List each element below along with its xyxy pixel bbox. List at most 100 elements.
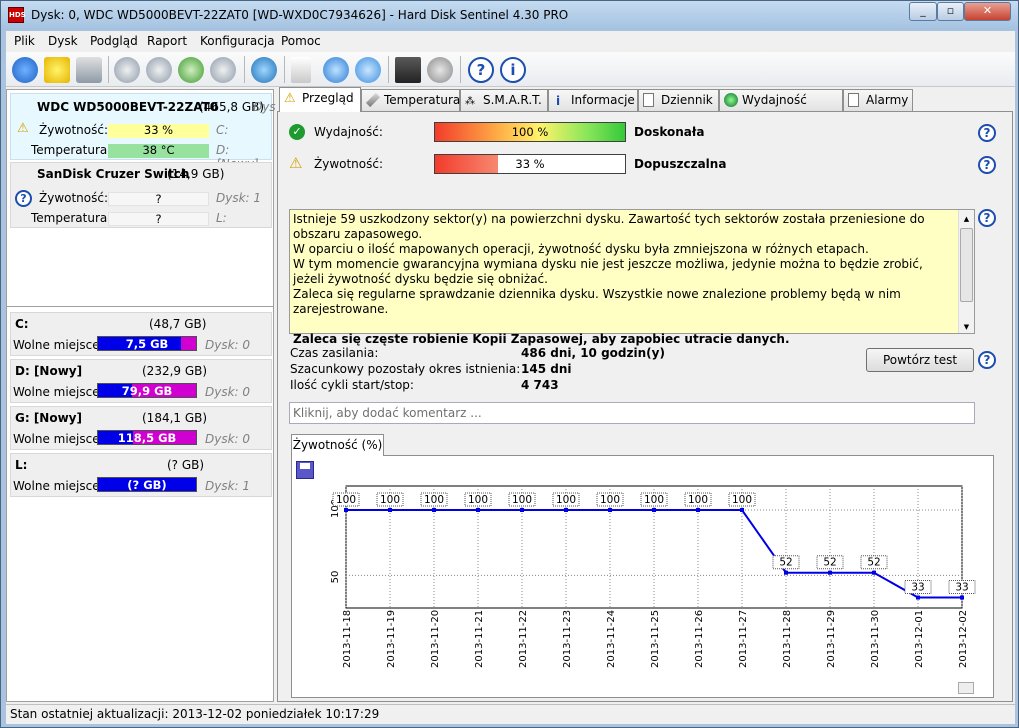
network-icon[interactable]: [146, 57, 172, 83]
free-space-bar: 7,5 GB: [97, 336, 197, 351]
disk-item[interactable]: SanDisk Cruzer Switch (14,9 GB) ? Żywotn…: [10, 162, 272, 228]
data-label: 100: [644, 494, 664, 506]
help-icon[interactable]: ?: [978, 351, 996, 369]
temperature-label: Temperatura:: [31, 211, 112, 225]
menu-dysk[interactable]: Dysk: [48, 34, 78, 48]
resize-grip[interactable]: [958, 682, 974, 694]
x-tick-label: 2013-11-27: [738, 610, 749, 668]
menu-raport[interactable]: Raport: [147, 34, 187, 48]
partition-name: D: [Nowy]: [15, 364, 83, 378]
tab-wydajnosc-dysku[interactable]: Wydajność dysku: [719, 89, 843, 127]
data-label: 100: [336, 494, 356, 506]
minimize-button[interactable]: _: [909, 2, 937, 21]
x-tick-label: 2013-12-01: [914, 610, 925, 668]
partition-name: C:: [15, 317, 29, 331]
performance-bar: 100 %: [434, 122, 626, 142]
x-tick-label: 2013-11-28: [782, 610, 793, 668]
x-tick-label: 2013-11-19: [386, 610, 397, 668]
x-tick-label: 2013-11-23: [562, 610, 573, 668]
disk-number: Dysk: 0: [205, 385, 251, 399]
alarm-document-icon: [848, 93, 859, 107]
tab-alarmy[interactable]: Alarmy: [843, 89, 913, 111]
help-icon[interactable]: ?: [978, 209, 996, 227]
disk-number: Dys: [253, 100, 276, 114]
overview-page: ✓ Wydajność: 100 % Doskonała ? ⚠ Żywotno…: [277, 111, 1013, 702]
y-tick-label: 50: [330, 571, 341, 584]
app-logo-icon: HDS: [8, 7, 26, 23]
window-title: Dysk: 0, WDC WD5000BEVT-22ZAT0 [WD-WXD0C…: [31, 8, 569, 22]
temperature-value: 38 °C: [108, 144, 209, 158]
data-point: [476, 508, 480, 512]
tab-informacje[interactable]: i Informacje: [548, 89, 638, 111]
performance-value: 100 %: [511, 125, 549, 139]
retest-button[interactable]: Powtórz test: [866, 348, 974, 372]
menu-pomoc[interactable]: Pomoc: [281, 34, 321, 48]
tab-przeglad[interactable]: ⚠ Przegląd: [279, 87, 361, 112]
free-space-label: Wolne miejsce: [13, 338, 100, 352]
data-point: [696, 508, 700, 512]
scroll-down-icon[interactable]: ▼: [960, 320, 973, 331]
partition-item[interactable]: C: (48,7 GB) Wolne miejsce 7,5 GB Dysk: …: [10, 312, 272, 356]
data-label: 33: [911, 582, 924, 594]
partition-size: (48,7 GB): [149, 317, 207, 331]
tools-icon[interactable]: [355, 57, 381, 83]
monitor-icon[interactable]: [395, 57, 421, 83]
globe-icon[interactable]: [251, 57, 277, 83]
data-point: [432, 508, 436, 512]
info-icon: i: [556, 94, 561, 108]
partition-size: (232,9 GB): [142, 364, 208, 378]
free-space-bar: 79,9 GB: [97, 383, 197, 398]
disk-item[interactable]: WDC WD5000BEVT-22ZAT0 (465,8 GB) Dys ⚠ Ż…: [10, 93, 276, 171]
x-tick-label: 2013-11-18: [342, 610, 353, 668]
warning-icon: ⚠: [17, 121, 29, 136]
data-label: 100: [512, 494, 532, 506]
info-icon[interactable]: i: [500, 57, 526, 83]
help-icon[interactable]: ?: [468, 57, 494, 83]
network-icon[interactable]: [210, 57, 236, 83]
menu-podglad[interactable]: Podgląd: [90, 34, 138, 48]
status-bar: Stan ostatniej aktualizacji: 2013-12-02 …: [6, 704, 1015, 724]
partition-size: (? GB): [167, 458, 205, 472]
scrollbar[interactable]: ▲ ▼: [958, 210, 974, 333]
tab-dziennik[interactable]: Dziennik: [638, 89, 719, 111]
drive-icon[interactable]: [76, 57, 102, 83]
tab-health-chart[interactable]: Żywotność (%): [291, 434, 384, 456]
sync-icon[interactable]: [323, 57, 349, 83]
help-icon[interactable]: ?: [978, 124, 996, 142]
data-point: [344, 508, 348, 512]
x-tick-label: 2013-11-20: [430, 610, 441, 668]
warning-icon[interactable]: [44, 57, 70, 83]
health-label: Żywotność:: [39, 191, 109, 205]
disk-number: Dysk: 1: [216, 191, 262, 205]
network-icon[interactable]: [114, 57, 140, 83]
free-space-label: Wolne miejsce: [13, 385, 100, 399]
close-button[interactable]: ✕: [964, 2, 1011, 21]
comment-input[interactable]: Kliknij, aby dodać komentarz ...: [289, 402, 975, 424]
scroll-thumb[interactable]: [960, 228, 973, 302]
data-label: 100: [468, 494, 488, 506]
scroll-up-icon[interactable]: ▲: [960, 212, 973, 223]
tab-smart[interactable]: ⁂ S.M.A.R.T.: [460, 89, 548, 111]
remaining-label: Szacunkowy pozostały okres istnienia:: [290, 362, 521, 376]
partition-item[interactable]: G: [Nowy] (184,1 GB) Wolne miejsce 118,5…: [10, 406, 272, 450]
partition-item[interactable]: L: (? GB) Wolne miejsce (? GB) Dysk: 1: [10, 453, 272, 497]
network-ok-icon[interactable]: [178, 57, 204, 83]
partition-item[interactable]: D: [Nowy] (232,9 GB) Wolne miejsce 79,9 …: [10, 359, 272, 403]
tab-temperatura[interactable]: Temperatura: [361, 89, 460, 111]
menu-plik[interactable]: Plik: [14, 34, 35, 48]
title-bar[interactable]: HDS Dysk: 0, WDC WD5000BEVT-22ZAT0 [WD-W…: [1, 1, 1018, 30]
menu-konfiguracja[interactable]: Konfiguracja: [200, 34, 275, 48]
maximize-button[interactable]: ▫: [937, 2, 964, 21]
cycles-value: 4 743: [521, 378, 559, 392]
details-panel: ⚠ Przegląd Temperatura ⁂ S.M.A.R.T. i In…: [277, 87, 1013, 702]
help-icon[interactable]: ?: [978, 156, 996, 174]
data-point: [564, 508, 568, 512]
data-point: [388, 508, 392, 512]
data-point: [520, 508, 524, 512]
health-value: 33 %: [515, 157, 545, 171]
warning-icon: ⚠: [289, 154, 303, 172]
document-icon[interactable]: [291, 57, 311, 83]
refresh-icon[interactable]: [12, 57, 38, 83]
speaker-icon[interactable]: [427, 57, 453, 83]
partition-name: L:: [15, 458, 28, 472]
